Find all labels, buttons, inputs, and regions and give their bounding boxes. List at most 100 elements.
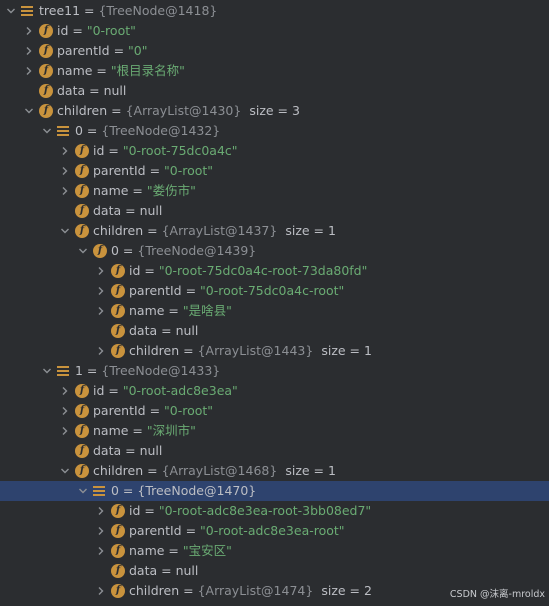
variable-value: null xyxy=(139,203,163,218)
tree-row-text: tree11 = {TreeNode@1418} xyxy=(39,1,217,21)
chevron-right-icon[interactable] xyxy=(58,381,72,401)
tree-row-text: name = "是啥县" xyxy=(129,301,232,321)
tree-row[interactable]: f parentId = "0" xyxy=(0,41,549,61)
variable-name: id xyxy=(93,143,105,158)
chevron-right-icon[interactable] xyxy=(22,21,36,41)
tree-row[interactable]: 0 = {TreeNode@1432} xyxy=(0,121,549,141)
field-icon: f xyxy=(75,204,89,218)
equals-sign: = xyxy=(181,523,201,538)
chevron-right-icon[interactable] xyxy=(58,401,72,421)
tree-row[interactable]: f parentId = "0-root-adc8e3ea-root" xyxy=(0,521,549,541)
chevron-right-icon[interactable] xyxy=(94,541,108,561)
chevron-right-icon[interactable] xyxy=(22,61,36,81)
tree-row[interactable]: f id = "0-root-adc8e3ea" xyxy=(0,381,549,401)
tree-row[interactable]: f data = null xyxy=(0,81,549,101)
variable-name: name xyxy=(93,183,129,198)
variable-name: data xyxy=(57,83,86,98)
chevron-down-icon[interactable] xyxy=(58,461,72,481)
tree-row-text: id = "0-root-adc8e3ea-root-3bb08ed7" xyxy=(129,501,371,521)
field-icon: f xyxy=(111,524,125,538)
tree-row[interactable]: f parentId = "0-root-75dc0a4c-root" xyxy=(0,281,549,301)
tree-row-text: children = {ArrayList@1474} size = 2 xyxy=(129,581,372,601)
equals-sign: = xyxy=(128,423,147,438)
tree-row[interactable]: f parentId = "0-root" xyxy=(0,161,549,181)
chevron-right-icon[interactable] xyxy=(58,421,72,441)
tree-row[interactable]: tree11 = {TreeNode@1418} xyxy=(0,1,549,21)
tree-row[interactable]: f children = {ArrayList@1430} size = 3 xyxy=(0,101,549,121)
variable-value: "0-root-adc8e3ea" xyxy=(122,383,238,398)
tree-row[interactable]: f id = "0-root-75dc0a4c" xyxy=(0,141,549,161)
field-icon: f xyxy=(111,344,125,358)
chevron-right-icon[interactable] xyxy=(94,581,108,601)
chevron-right-icon[interactable] xyxy=(94,301,108,321)
variable-name: id xyxy=(129,503,141,518)
chevron-right-icon[interactable] xyxy=(22,41,36,61)
field-icon: f xyxy=(75,184,89,198)
field-icon: f xyxy=(111,584,125,598)
field-icon: f xyxy=(93,244,107,258)
equals-sign: = xyxy=(157,323,176,338)
chevron-down-icon[interactable] xyxy=(22,101,36,121)
field-icon: f xyxy=(111,504,125,518)
collection-size: size = 1 xyxy=(321,343,372,358)
tree-row[interactable]: f data = null xyxy=(0,201,549,221)
tree-row[interactable]: f parentId = "0-root" xyxy=(0,401,549,421)
variable-value: null xyxy=(139,443,163,458)
equals-sign: = xyxy=(143,223,162,238)
chevron-right-icon[interactable] xyxy=(94,521,108,541)
chevron-right-icon[interactable] xyxy=(94,261,108,281)
chevron-right-icon[interactable] xyxy=(94,341,108,361)
chevron-down-icon[interactable] xyxy=(40,121,54,141)
tree-row-text: children = {ArrayList@1443} size = 1 xyxy=(129,341,372,361)
watermark: CSDN @沫离-mroldx xyxy=(449,589,545,600)
tree-row[interactable]: f id = "0-root-adc8e3ea-root-3bb08ed7" xyxy=(0,501,549,521)
tree-row-text: parentId = "0-root" xyxy=(93,161,213,181)
tree-row[interactable]: 0 = {TreeNode@1470} xyxy=(0,481,549,501)
chevron-right-icon[interactable] xyxy=(58,161,72,181)
equals-sign: = xyxy=(157,563,176,578)
tree-row[interactable]: f id = "0-root-75dc0a4c-root-73da80fd" xyxy=(0,261,549,281)
tree-row[interactable]: f0 = {TreeNode@1439} xyxy=(0,241,549,261)
variable-name: 1 xyxy=(75,363,83,378)
tree-row[interactable]: f data = null xyxy=(0,321,549,341)
tree-row[interactable]: f name = "根目录名称" xyxy=(0,61,549,81)
field-icon: f xyxy=(75,444,89,458)
equals-sign: = xyxy=(121,203,140,218)
field-icon: f xyxy=(39,44,53,58)
variable-value: "宝安区" xyxy=(182,543,232,558)
variable-name: data xyxy=(93,203,122,218)
tree-row[interactable]: f name = "娄伤市" xyxy=(0,181,549,201)
variable-name: name xyxy=(129,303,165,318)
tree-row[interactable]: f children = {ArrayList@1437} size = 1 xyxy=(0,221,549,241)
variable-value: "0-root-75dc0a4c-root-73da80fd" xyxy=(158,263,368,278)
variable-value: {TreeNode@1439} xyxy=(137,243,257,258)
field-icon: f xyxy=(111,304,125,318)
variable-name: data xyxy=(129,563,158,578)
variable-name: 0 xyxy=(111,483,119,498)
tree-row[interactable]: f name = "是啥县" xyxy=(0,301,549,321)
tree-row[interactable]: 1 = {TreeNode@1433} xyxy=(0,361,549,381)
chevron-down-icon[interactable] xyxy=(40,361,54,381)
variable-value: null xyxy=(175,323,199,338)
variable-value: "0-root" xyxy=(164,163,214,178)
chevron-right-icon[interactable] xyxy=(58,181,72,201)
chevron-down-icon[interactable] xyxy=(76,241,90,261)
variable-value: null xyxy=(175,563,199,578)
tree-row[interactable]: f data = null xyxy=(0,561,549,581)
chevron-down-icon[interactable] xyxy=(58,221,72,241)
tree-row[interactable]: f name = "深圳市" xyxy=(0,421,549,441)
variable-value: "根目录名称" xyxy=(110,63,185,78)
chevron-right-icon[interactable] xyxy=(94,501,108,521)
tree-row[interactable]: f name = "宝安区" xyxy=(0,541,549,561)
chevron-down-icon[interactable] xyxy=(4,1,18,21)
tree-row[interactable]: f children = {ArrayList@1468} size = 1 xyxy=(0,461,549,481)
tree-row[interactable]: f data = null xyxy=(0,441,549,461)
chevron-down-icon[interactable] xyxy=(76,481,90,501)
tree-row[interactable]: f children = {ArrayList@1443} size = 1 xyxy=(0,341,549,361)
variable-value: {TreeNode@1470} xyxy=(137,483,257,498)
chevron-right-icon[interactable] xyxy=(94,281,108,301)
variable-value: "娄伤市" xyxy=(146,183,196,198)
tree-row[interactable]: f id = "0-root" xyxy=(0,21,549,41)
variable-value: "0-root-adc8e3ea-root-3bb08ed7" xyxy=(158,503,372,518)
chevron-right-icon[interactable] xyxy=(58,141,72,161)
